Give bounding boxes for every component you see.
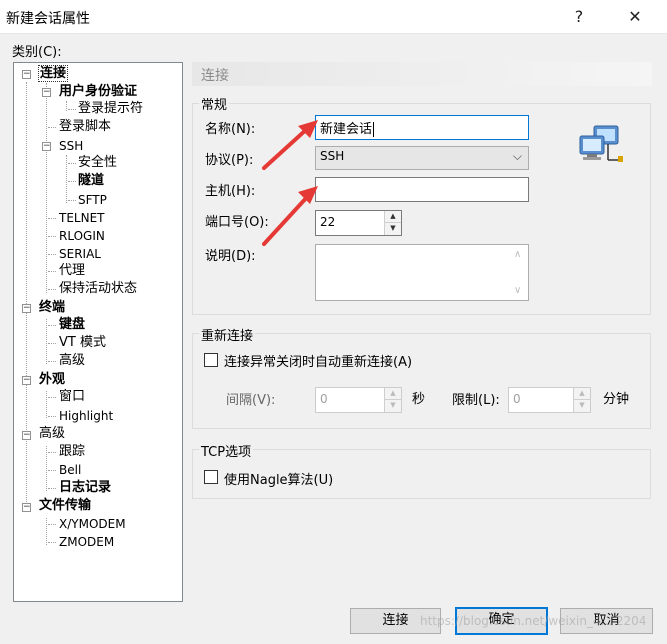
tree-item-appearance[interactable]: 外观: [38, 371, 66, 389]
tree-item-serial[interactable]: SERIAL: [58, 245, 102, 263]
chevron-down-icon: ⌵: [512, 149, 522, 163]
tree-item-advanced2[interactable]: 高级: [38, 425, 66, 443]
nagle-checkbox[interactable]: [204, 470, 218, 484]
reconnect-group: [192, 333, 651, 429]
collapse-icon[interactable]: −: [42, 88, 51, 97]
general-legend: 常规: [199, 94, 230, 113]
tree-item-highlight[interactable]: Highlight: [58, 407, 114, 425]
tree-item-ssh[interactable]: SSH: [58, 137, 84, 155]
collapse-icon[interactable]: −: [22, 376, 31, 385]
title-bar: 新建会话属性 ? ✕: [0, 0, 667, 34]
tree-item-sftp[interactable]: SFTP: [77, 191, 108, 209]
category-label: 类别(C):: [12, 45, 62, 60]
minutes-unit: 分钟: [603, 392, 630, 407]
seconds-unit: 秒: [412, 392, 426, 407]
name-label: 名称(N):: [205, 122, 256, 137]
spin-down-icon[interactable]: ▼: [385, 400, 401, 412]
auto-reconnect-label: 连接异常关闭时自动重新连接(A): [224, 355, 413, 370]
port-stepper[interactable]: 22 ▲ ▼: [315, 210, 402, 236]
interval-label: 间隔(V):: [226, 393, 276, 408]
reconnect-legend: 重新连接: [199, 325, 256, 344]
tree-item-proxy[interactable]: 代理: [58, 262, 86, 280]
nagle-label: 使用Nagle算法(U): [224, 473, 334, 488]
limit-stepper[interactable]: 0 ▲ ▼: [508, 387, 591, 413]
tree-item-keepalive[interactable]: 保持活动状态: [58, 280, 138, 298]
protocol-select[interactable]: SSH ⌵: [315, 146, 529, 170]
tree-item-rlogin[interactable]: RLOGIN: [58, 227, 106, 245]
collapse-icon[interactable]: −: [22, 70, 31, 79]
collapse-icon[interactable]: −: [42, 142, 51, 151]
scrollbar[interactable]: ∧ ∨: [511, 245, 528, 300]
tree-item-login-prompt[interactable]: 登录提示符: [77, 100, 144, 118]
panel-title: 连接: [201, 68, 229, 84]
tree-item-login-script[interactable]: 登录脚本: [58, 118, 112, 136]
spin-down-icon[interactable]: ▼: [574, 400, 590, 412]
description-label: 说明(D):: [205, 249, 256, 264]
annotation-arrow-icon: [262, 186, 318, 246]
interval-stepper[interactable]: 0 ▲ ▼: [315, 387, 402, 413]
close-button[interactable]: ✕: [612, 0, 658, 34]
host-input[interactable]: [315, 177, 529, 202]
tree-item-connection[interactable]: 连接: [38, 65, 69, 83]
annotation-arrow-icon: [262, 120, 318, 170]
tree-item-file-transfer[interactable]: 文件传输: [38, 497, 92, 515]
spin-up-icon[interactable]: ▲: [574, 388, 590, 400]
auto-reconnect-checkbox[interactable]: [204, 353, 218, 367]
host-label: 主机(H):: [205, 184, 256, 199]
tcp-legend: TCP选项: [199, 441, 254, 460]
protocol-label: 协议(P):: [205, 153, 254, 168]
tree-item-keyboard[interactable]: 键盘: [58, 316, 86, 334]
tree-item-trace[interactable]: 跟踪: [58, 443, 86, 461]
tree-item-terminal[interactable]: 终端: [38, 299, 66, 317]
description-input[interactable]: ∧ ∨: [315, 244, 529, 301]
help-button[interactable]: ?: [556, 0, 602, 34]
name-input[interactable]: 新建会话: [315, 115, 529, 140]
window-title: 新建会话属性: [6, 11, 90, 27]
tree-item-xymodem[interactable]: X/YMODEM: [58, 515, 127, 533]
tree-item-auth[interactable]: 用户身份验证: [58, 83, 138, 101]
category-tree[interactable]: − 连接 − 用户身份验证 登录提示符 登录脚本 − SSH 安全性 隧道 SF…: [13, 62, 183, 602]
tree-item-advanced[interactable]: 高级: [58, 352, 86, 370]
collapse-icon[interactable]: −: [22, 431, 31, 440]
limit-label: 限制(L):: [452, 393, 500, 408]
tree-item-telnet[interactable]: TELNET: [58, 209, 106, 227]
spin-down-icon[interactable]: ▼: [385, 223, 401, 235]
tree-item-tunnel[interactable]: 隧道: [77, 172, 105, 190]
tree-item-bell[interactable]: Bell: [58, 461, 82, 479]
panel-header: 连接: [192, 62, 652, 86]
tree-item-zmodem[interactable]: ZMODEM: [58, 533, 115, 551]
network-computers-icon: [579, 125, 623, 162]
scroll-up-icon[interactable]: ∧: [514, 249, 521, 260]
tree-item-vt-mode[interactable]: VT 模式: [58, 334, 107, 352]
tree-item-logging[interactable]: 日志记录: [58, 479, 112, 497]
collapse-icon[interactable]: −: [22, 503, 31, 512]
scroll-down-icon[interactable]: ∨: [514, 285, 521, 296]
spin-up-icon[interactable]: ▲: [385, 211, 401, 223]
watermark: https://blog.csdn.net/weixin_4... 2204: [420, 614, 647, 628]
spin-up-icon[interactable]: ▲: [385, 388, 401, 400]
tree-item-security[interactable]: 安全性: [77, 154, 118, 172]
collapse-icon[interactable]: −: [22, 304, 31, 313]
tree-item-window[interactable]: 窗口: [58, 388, 86, 406]
